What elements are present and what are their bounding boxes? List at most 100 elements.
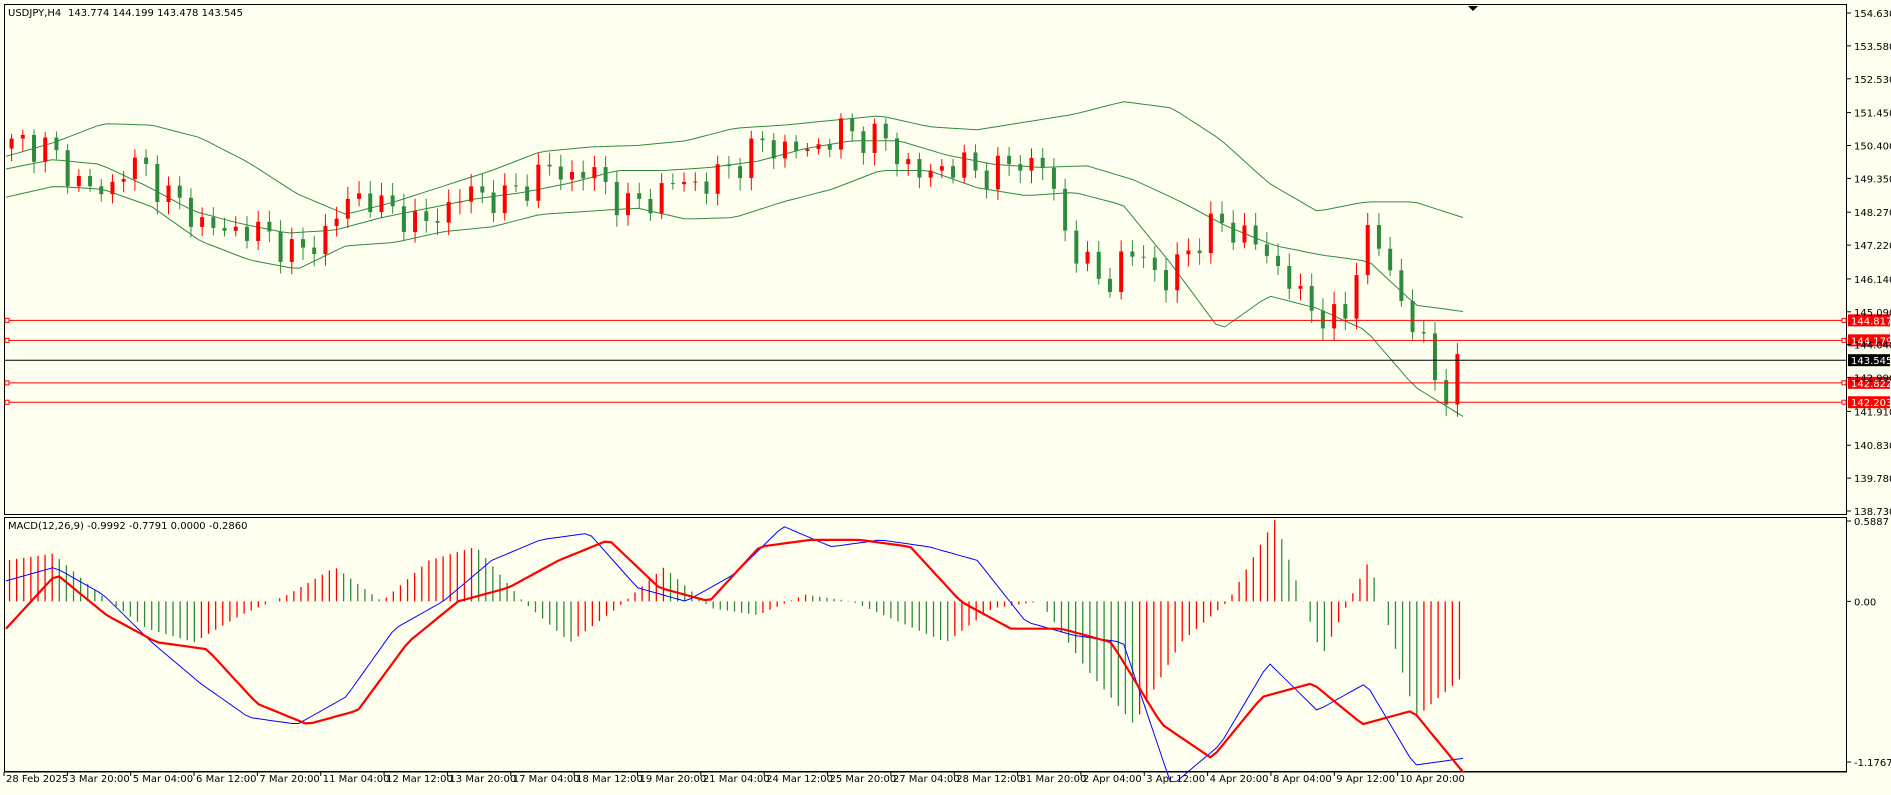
candle-body xyxy=(637,193,642,199)
price-tick-label: 149.350 xyxy=(1854,174,1891,185)
candle-body xyxy=(917,159,922,178)
candle-body xyxy=(895,138,900,165)
price-tick-label: 140.830 xyxy=(1854,441,1891,452)
chart-background xyxy=(0,0,1891,791)
candle-body xyxy=(592,167,597,179)
candle-body xyxy=(390,195,395,207)
candle-body xyxy=(110,181,115,195)
candle-body xyxy=(715,164,720,194)
candle-body xyxy=(144,157,149,164)
candle-body xyxy=(861,131,866,153)
candle-body xyxy=(1018,164,1023,171)
candle-body xyxy=(155,163,160,203)
candle-body xyxy=(256,221,261,241)
candle-body xyxy=(816,144,821,150)
candle-body xyxy=(65,150,70,187)
macd-tick-label: 0.5887 xyxy=(1854,517,1889,528)
candle-body xyxy=(1063,188,1068,231)
candle-body xyxy=(1208,213,1213,254)
candle-body xyxy=(805,149,810,151)
candle-body xyxy=(1421,332,1426,334)
level-handle-left xyxy=(4,399,10,405)
candle-body xyxy=(132,157,137,179)
candle-body xyxy=(413,211,418,233)
candle-body xyxy=(43,137,48,162)
candle-body xyxy=(1163,270,1168,291)
candle-body xyxy=(379,195,384,213)
time-tick-label: 12 Mar 12:00 xyxy=(386,774,453,785)
candle-body xyxy=(962,152,967,178)
level-handle-right xyxy=(1841,380,1847,386)
price-tick-label: 142.990 xyxy=(1854,374,1891,385)
candle-body xyxy=(1399,270,1404,302)
time-tick-label: 10 Apr 20:00 xyxy=(1400,774,1465,785)
level-handle-left xyxy=(4,337,10,343)
candle-body xyxy=(166,185,171,203)
candle-body xyxy=(222,227,227,231)
candle-body xyxy=(995,155,1000,190)
time-tick-label: 27 Mar 04:00 xyxy=(893,774,960,785)
candle-body xyxy=(1074,230,1079,264)
level-handle-left xyxy=(4,380,10,386)
candle-body xyxy=(738,166,743,179)
candle-body xyxy=(88,175,93,187)
price-tick-label: 148.270 xyxy=(1854,208,1891,219)
macd-tick-label: 0.00 xyxy=(1854,597,1876,608)
candle-body xyxy=(682,181,687,185)
chart-window[interactable]: USDJPY,H4 143.774 144.199 143.478 143.54… xyxy=(0,0,1891,791)
candle-body xyxy=(401,206,406,233)
candle-body xyxy=(491,192,496,214)
candle-body xyxy=(188,197,193,227)
time-tick-label: 21 Mar 04:00 xyxy=(703,774,770,785)
candle-body xyxy=(883,123,888,139)
candle-body xyxy=(457,201,462,203)
candle-body xyxy=(1085,251,1090,264)
time-tick-label: 8 Apr 04:00 xyxy=(1273,774,1332,785)
level-handle-left xyxy=(4,317,10,323)
candle-body xyxy=(928,170,933,178)
candle-body xyxy=(1040,157,1045,168)
candle-body xyxy=(424,211,429,222)
time-tick-label: 25 Mar 20:00 xyxy=(830,774,897,785)
chart-svg[interactable]: USDJPY,H4 143.774 144.199 143.478 143.54… xyxy=(0,0,1891,791)
candle-body xyxy=(278,231,283,262)
candle-body xyxy=(1119,251,1124,293)
candle-body xyxy=(211,217,216,228)
candle-body xyxy=(726,164,731,167)
candle-body xyxy=(32,134,37,162)
time-tick-label: 3 Mar 20:00 xyxy=(69,774,129,785)
candle-body xyxy=(547,164,552,167)
time-tick-label: 24 Mar 12:00 xyxy=(766,774,833,785)
time-tick-label: 5 Mar 04:00 xyxy=(133,774,193,785)
candle-body xyxy=(670,183,675,185)
candle-body xyxy=(760,138,765,141)
candle-body xyxy=(99,186,104,195)
candle-body xyxy=(1242,225,1247,243)
candle-body xyxy=(973,152,978,171)
time-tick-label: 31 Mar 20:00 xyxy=(1020,774,1087,785)
candle-body xyxy=(1376,225,1381,249)
candle-body xyxy=(1343,304,1348,319)
candle-body xyxy=(581,171,586,179)
symbol-label: USDJPY,H4 xyxy=(8,8,61,19)
candle-body xyxy=(838,118,843,150)
macd-tick-label: -1.1767 xyxy=(1854,758,1891,769)
time-tick-label: 7 Mar 20:00 xyxy=(259,774,319,785)
candle-body xyxy=(121,178,126,182)
candle-body xyxy=(603,167,608,182)
candle-body xyxy=(1130,251,1135,257)
candle-body xyxy=(1152,257,1157,271)
price-tick-label: 146.140 xyxy=(1854,275,1891,286)
price-tick-label: 139.780 xyxy=(1854,474,1891,485)
time-tick-label: 9 Apr 12:00 xyxy=(1336,774,1395,785)
price-tick-label: 151.450 xyxy=(1854,109,1891,120)
price-tick-label: 153.580 xyxy=(1854,42,1891,53)
time-axis: 28 Feb 2025 3 Mar 20:00 5 Mar 04:00 6 Mar 1… xyxy=(3,772,1465,785)
candle-body xyxy=(334,218,339,226)
candle-body xyxy=(233,226,238,231)
candle-body xyxy=(20,134,25,139)
candle-body xyxy=(1455,354,1460,405)
candle-body xyxy=(1197,250,1202,254)
candle-body xyxy=(177,185,182,198)
candle-body xyxy=(267,221,272,232)
